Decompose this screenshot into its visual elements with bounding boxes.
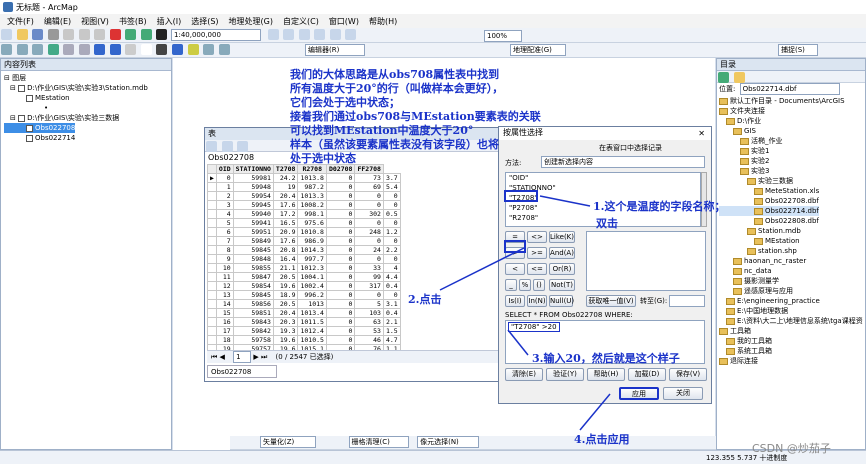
annotation-arrows <box>439 195 611 431</box>
watermark: CSDN @炒茄子 <box>752 442 831 455</box>
